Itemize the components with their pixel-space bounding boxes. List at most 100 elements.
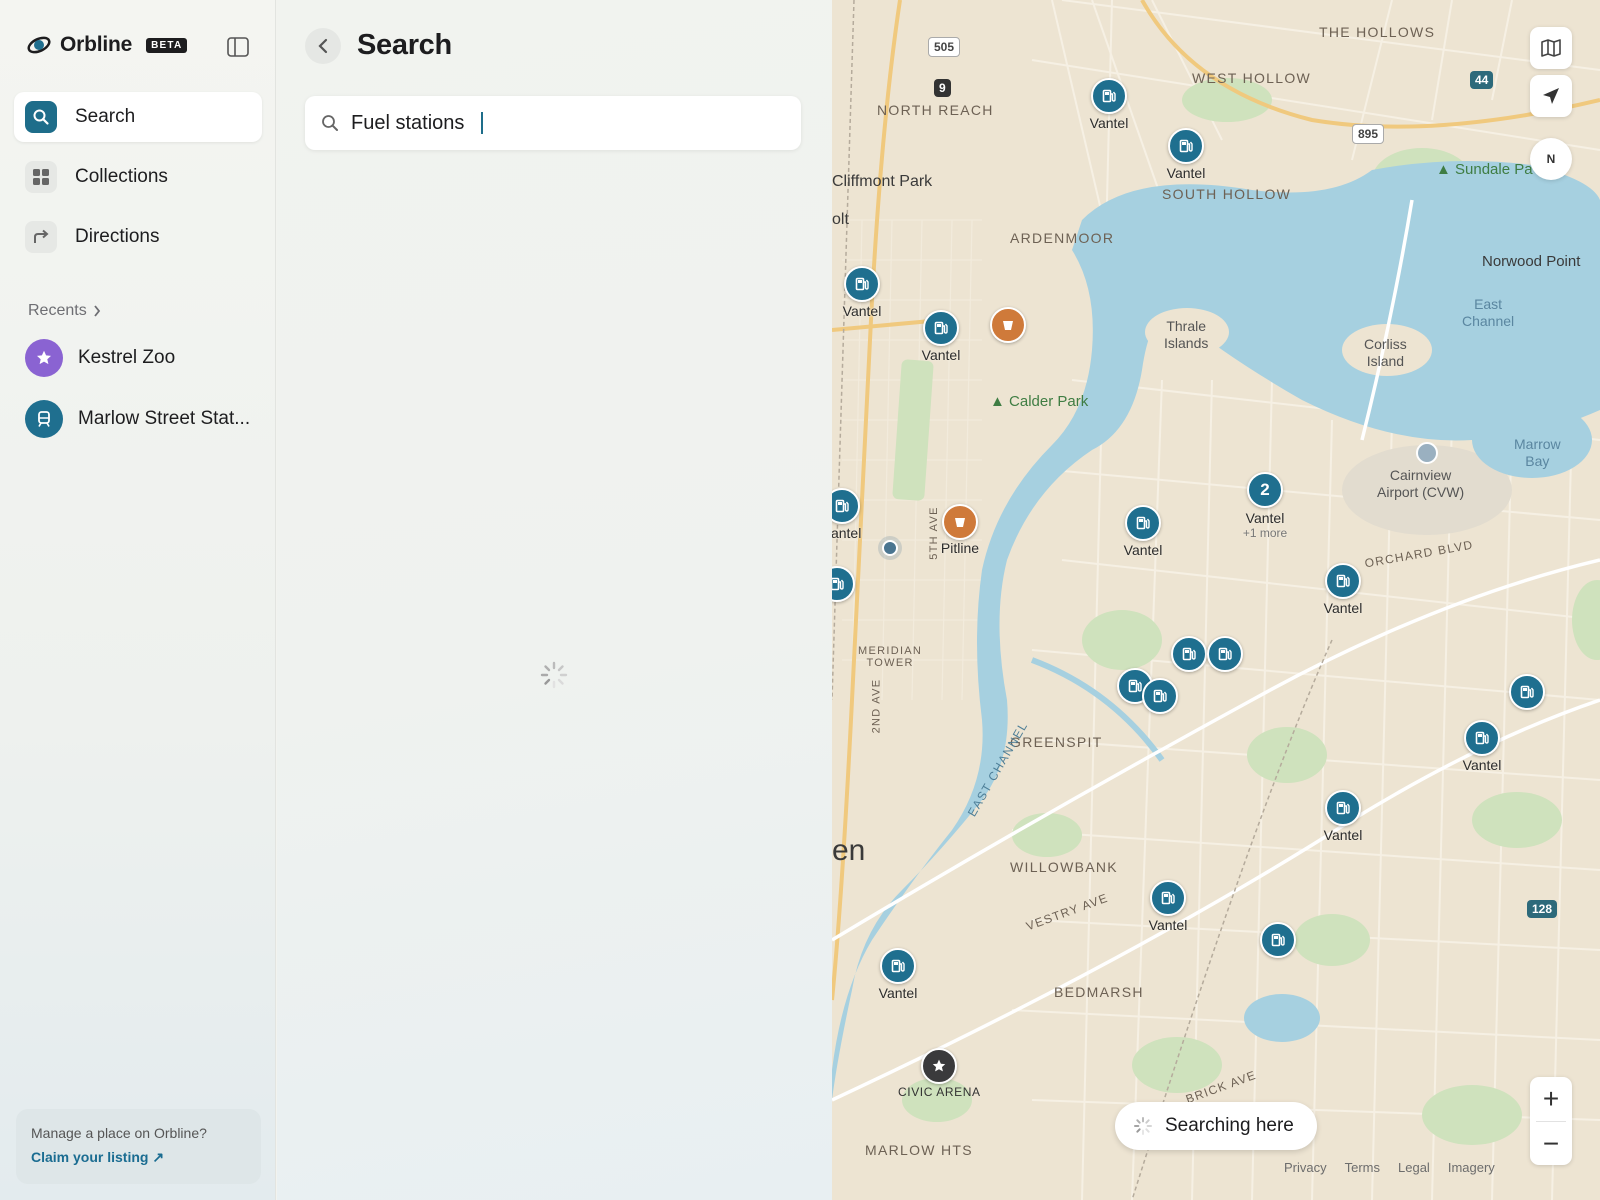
legal-link[interactable]: Legal <box>1398 1160 1430 1175</box>
map-water-label: Marrow Bay <box>1514 436 1561 469</box>
fuel-station-label: Vantel <box>921 347 961 363</box>
loading-spinner-icon <box>540 661 568 689</box>
fuel-station-pin[interactable] <box>1260 922 1296 958</box>
claim-listing-link[interactable]: Claim your listing ↗ <box>31 1149 246 1166</box>
fuel-pump-icon <box>1475 731 1489 745</box>
fuel-cup-icon <box>955 518 965 527</box>
map-poi-label: CIVIC ARENA <box>898 1085 981 1099</box>
star-icon <box>932 1059 946 1072</box>
fuel-station-label: Vantel <box>878 985 918 1001</box>
fuel-station-label: Vantel <box>1323 600 1363 616</box>
park-name: Calder Park <box>1009 393 1089 410</box>
fuel-station-label: Vantel <box>832 525 862 541</box>
landmark-pin[interactable] <box>921 1048 957 1084</box>
fuel-station-pin[interactable] <box>1464 720 1500 756</box>
fuel-pump-icon <box>1271 933 1285 947</box>
orbline-logo-icon <box>27 36 51 54</box>
fuel-station-pin[interactable] <box>1168 128 1204 164</box>
highway-shield: 128 <box>1527 900 1558 918</box>
map-street-label: 5TH AVE <box>927 506 940 560</box>
current-location-dot <box>882 540 898 556</box>
fuel-pump-icon <box>1336 574 1350 588</box>
recents-heading[interactable]: Recents <box>28 302 101 320</box>
recent-item-label: Marlow Street Stat... <box>78 408 251 429</box>
fuel-station-pin[interactable] <box>1207 636 1243 672</box>
map-view[interactable]: THE HOLLOWS WEST HOLLOW NORTH REACH SOUT… <box>832 0 1600 1200</box>
fuel-pump-icon <box>1218 647 1232 661</box>
brand[interactable]: Orbline BETA <box>26 32 188 58</box>
fuel-pump-icon <box>855 277 869 291</box>
highway-shield: 44 <box>1470 71 1494 89</box>
fuel-pump-icon <box>1153 689 1167 703</box>
pitline-pin[interactable] <box>990 307 1026 343</box>
search-input[interactable] <box>351 111 651 135</box>
fuel-station-pin[interactable] <box>1150 880 1186 916</box>
nav-label-directions: Directions <box>75 226 160 247</box>
airport-icon <box>1416 442 1438 464</box>
search-box[interactable] <box>305 96 801 150</box>
map-area-label: WEST HOLLOW <box>1192 70 1312 86</box>
claim-text: Manage a place on Orbline? <box>31 1125 207 1141</box>
fuel-pump-icon <box>832 577 844 591</box>
map-mode-button[interactable] <box>1530 27 1572 69</box>
search-icon <box>25 101 57 133</box>
fuel-station-pin[interactable] <box>1091 78 1127 114</box>
fuel-pump-icon <box>835 499 849 513</box>
searching-here-label: Searching here <box>1165 1115 1294 1136</box>
map-icon <box>1541 39 1561 57</box>
cluster-name: Vantel <box>1245 510 1285 526</box>
fuel-station-pin[interactable] <box>1325 790 1361 826</box>
nav-item-collections[interactable]: Collections <box>14 152 262 202</box>
fuel-station-pin[interactable] <box>1125 505 1161 541</box>
map-area-label: MARLOW HTS <box>865 1142 973 1158</box>
map-street-label: 2ND AVE <box>870 678 883 734</box>
sidebar-toggle-icon[interactable] <box>226 36 250 58</box>
fuel-station-pin[interactable] <box>923 310 959 346</box>
map-area-label: THE HOLLOWS <box>1319 24 1436 40</box>
map-place-label: olt <box>832 211 849 228</box>
fuel-pump-icon <box>1179 139 1193 153</box>
grid-icon <box>25 161 57 193</box>
nav-item-directions[interactable]: Directions <box>14 212 262 262</box>
fuel-pump-icon <box>934 321 948 335</box>
map-park-label: ▲ Calder Park <box>990 393 1089 410</box>
fuel-station-pin[interactable] <box>1142 678 1178 714</box>
pitline-pin[interactable] <box>942 504 978 540</box>
chevron-right-icon <box>94 305 100 317</box>
search-panel: Search <box>277 0 832 1200</box>
map-place-label: en <box>832 834 866 867</box>
fuel-cup-icon <box>1003 321 1013 330</box>
fuel-station-label: Vantel <box>1089 115 1129 131</box>
map-place-label: Cliffmont Park <box>832 173 933 190</box>
fuel-pump-icon <box>891 959 905 973</box>
fuel-station-pin[interactable] <box>1171 636 1207 672</box>
nav-item-search[interactable]: Search <box>14 92 262 142</box>
location-arrow-icon <box>1543 88 1559 104</box>
pitline-label: Pitline <box>940 540 980 556</box>
compass-button[interactable]: N <box>1530 138 1572 180</box>
turn-right-arrow-icon <box>25 221 57 253</box>
fuel-pump-icon <box>1128 679 1142 693</box>
zoom-in-button[interactable]: + <box>1530 1077 1572 1121</box>
fuel-station-pin[interactable] <box>1325 563 1361 599</box>
fuel-station-pin[interactable] <box>844 266 880 302</box>
app-name: Orbline <box>60 33 133 56</box>
recent-item[interactable]: Marlow Street Stat... <box>25 400 250 438</box>
terms-link[interactable]: Terms <box>1345 1160 1380 1175</box>
map-cluster-pin[interactable]: 2 <box>1247 472 1283 508</box>
searching-here-pill[interactable]: Searching here <box>1115 1102 1317 1150</box>
loading-spinner-icon <box>1134 1117 1152 1135</box>
page-title: Search <box>357 29 452 61</box>
back-button[interactable] <box>305 28 341 64</box>
privacy-link[interactable]: Privacy <box>1284 1160 1327 1175</box>
zoom-out-button[interactable]: − <box>1530 1122 1572 1166</box>
map-area-label: WILLOWBANK <box>1010 859 1118 875</box>
star-icon <box>25 339 63 377</box>
imagery-link[interactable]: Imagery <box>1448 1160 1495 1175</box>
fuel-station-pin[interactable] <box>880 948 916 984</box>
map-place-label: Norwood Point <box>1482 253 1581 270</box>
fuel-station-pin[interactable] <box>1509 674 1545 710</box>
map-area-label: ARDENMOOR <box>1010 230 1115 246</box>
locate-me-button[interactable] <box>1530 75 1572 117</box>
recent-item[interactable]: Kestrel Zoo <box>25 339 175 377</box>
